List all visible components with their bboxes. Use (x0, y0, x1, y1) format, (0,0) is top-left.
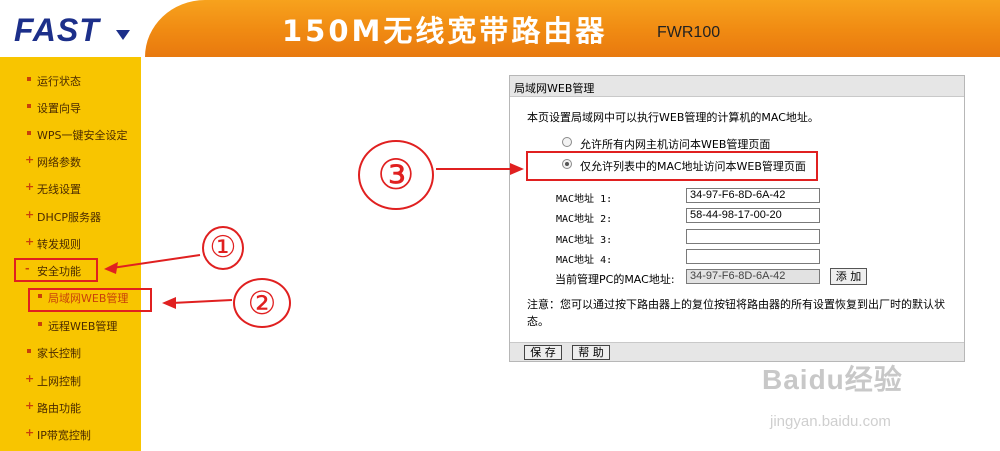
sidebar-item-wps[interactable]: WPS一键安全设定 (0, 124, 141, 146)
sidebar-item-label: DHCP服务器 (37, 211, 102, 224)
sidebar-item-label: 家长控制 (37, 347, 81, 360)
sidebar-item-remote-web[interactable]: 远程WEB管理 (0, 315, 141, 337)
expand-icon: + (25, 399, 35, 412)
model-name: FWR100 (657, 24, 721, 41)
panel-header: 局域网WEB管理 (510, 76, 964, 97)
sidebar-item-label: 转发规则 (37, 238, 81, 251)
step-3-marker: ③ (358, 140, 434, 210)
bullet-icon (27, 349, 31, 353)
panel-description: 本页设置局域网中可以执行WEB管理的计算机的MAC地址。 (527, 111, 819, 124)
sidebar-item-label: 远程WEB管理 (48, 320, 118, 333)
sidebar-item-label: 网络参数 (37, 156, 81, 169)
sidebar-item-wizard[interactable]: 设置向导 (0, 97, 141, 119)
save-button[interactable]: 保 存 (524, 345, 562, 360)
sidebar-item-label: 设置向导 (37, 102, 81, 115)
bullet-icon (27, 77, 31, 81)
sidebar-item-network[interactable]: + 网络参数 (0, 151, 141, 173)
mac-address-4-label: MAC地址 4: (556, 255, 613, 266)
sidebar-item-label: WPS一键安全设定 (37, 129, 128, 142)
arrow-2-head-icon (162, 297, 176, 309)
expand-icon: + (25, 208, 35, 221)
sidebar-item-label: IP带宽控制 (37, 429, 91, 442)
baidu-watermark-url: jingyan.baidu.com (770, 413, 891, 430)
expand-icon: + (25, 235, 35, 248)
bullet-icon (27, 104, 31, 108)
expand-icon: + (25, 180, 35, 193)
mac-address-3-label: MAC地址 3: (556, 235, 613, 246)
expand-icon: + (25, 372, 35, 385)
sidebar-item-label: 无线设置 (37, 183, 81, 196)
current-pc-mac-label: 当前管理PC的MAC地址: (555, 273, 675, 286)
sidebar-item-label: 路由功能 (37, 402, 81, 415)
arrow-2-line (171, 299, 233, 304)
help-button[interactable]: 帮 助 (572, 345, 610, 360)
add-button[interactable]: 添 加 (830, 268, 867, 285)
mac-address-2-label: MAC地址 2: (556, 214, 613, 225)
mac-address-4-input[interactable] (686, 249, 820, 264)
lan-web-management-panel: 局域网WEB管理 本页设置局域网中可以执行WEB管理的计算机的MAC地址。 允许… (509, 75, 965, 362)
sidebar-item-forwarding[interactable]: + 转发规则 (0, 233, 141, 255)
mac-address-1-label: MAC地址 1: (556, 194, 613, 205)
page-title: 150M无线宽带路由器 (282, 14, 608, 48)
bullet-icon (27, 131, 31, 135)
sidebar-item-access-control[interactable]: + 上网控制 (0, 370, 141, 392)
sidebar-item-dhcp[interactable]: + DHCP服务器 (0, 206, 141, 228)
sidebar-item-routing[interactable]: + 路由功能 (0, 397, 141, 419)
logo-triangle-icon (116, 30, 130, 40)
expand-icon: + (25, 426, 35, 439)
mac-address-1-input[interactable]: 34-97-F6-8D-6A-42 (686, 188, 820, 203)
sidebar-item-ip-bandwidth[interactable]: + IP带宽控制 (0, 424, 141, 446)
sidebar-item-parental[interactable]: 家长控制 (0, 342, 141, 364)
sidebar-item-label: 运行状态 (37, 75, 81, 88)
reset-note: 注意：您可以通过按下路由器上的复位按钮将路由器的所有设置恢复到出厂时的默认状态。 (527, 298, 945, 328)
baidu-watermark: Baidu经验 (762, 364, 903, 395)
step-1-marker: ① (202, 226, 244, 270)
header: FAST 150M无线宽带路由器 FWR100 (0, 0, 1000, 57)
radio-allow-all[interactable] (562, 137, 572, 147)
current-pc-mac-value: 34-97-F6-8D-6A-42 (686, 269, 820, 284)
radio-allow-all-label[interactable]: 允许所有内网主机访问本WEB管理页面 (580, 136, 770, 152)
highlight-security-menu (14, 258, 98, 282)
mac-address-3-input[interactable] (686, 229, 820, 244)
step-2-marker: ② (233, 278, 291, 328)
bullet-icon (38, 322, 42, 326)
highlight-lan-web-menu (28, 288, 152, 312)
mac-address-2-input[interactable]: 58-44-98-17-00-20 (686, 208, 820, 223)
expand-icon: + (25, 153, 35, 166)
brand-logo: FAST (14, 12, 100, 48)
panel-title: 局域网WEB管理 (514, 82, 595, 95)
sidebar-item-wireless[interactable]: + 无线设置 (0, 178, 141, 200)
sidebar-item-label: 上网控制 (37, 375, 81, 388)
sidebar-item-status[interactable]: 运行状态 (0, 70, 141, 92)
highlight-allow-list-option (526, 151, 818, 181)
